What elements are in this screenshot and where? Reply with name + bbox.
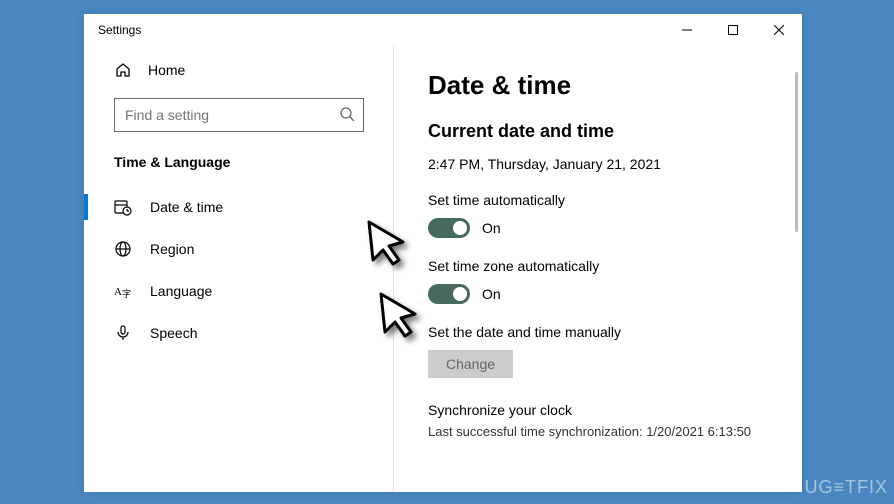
auto-time-toggle[interactable]	[428, 218, 470, 238]
cursor-annotation-icon	[375, 288, 425, 338]
titlebar: Settings	[84, 14, 802, 46]
nav-label: Speech	[150, 325, 197, 341]
search-input[interactable]	[114, 98, 364, 132]
close-button[interactable]	[756, 14, 802, 46]
minimize-button[interactable]	[664, 14, 710, 46]
auto-time-state: On	[482, 220, 501, 236]
auto-time-label: Set time automatically	[428, 192, 782, 208]
manual-label: Set the date and time manually	[428, 324, 782, 340]
home-icon	[114, 62, 132, 78]
sync-last: Last successful time synchronization: 1/…	[428, 424, 782, 439]
sync-heading: Synchronize your clock	[428, 402, 782, 418]
search-icon	[339, 106, 355, 125]
auto-zone-state: On	[482, 286, 501, 302]
home-link[interactable]: Home	[84, 54, 394, 86]
current-datetime: 2:47 PM, Thursday, January 21, 2021	[428, 156, 782, 172]
settings-window: Settings Home	[84, 14, 802, 492]
globe-icon	[114, 240, 132, 258]
nav-label: Date & time	[150, 199, 223, 215]
sidebar: Home Time & Language Date & time	[84, 46, 394, 492]
sidebar-item-speech[interactable]: Speech	[84, 312, 394, 354]
nav-label: Region	[150, 241, 194, 257]
change-button[interactable]: Change	[428, 350, 513, 378]
window-controls	[664, 14, 802, 46]
microphone-icon	[114, 324, 132, 342]
watermark: UG≡TFIX	[805, 477, 889, 498]
auto-zone-toggle[interactable]	[428, 284, 470, 304]
svg-text:字: 字	[122, 288, 131, 299]
sidebar-item-region[interactable]: Region	[84, 228, 394, 270]
nav: Date & time Region A字 Language	[84, 180, 394, 354]
scrollbar[interactable]	[795, 72, 798, 232]
search-field[interactable]	[125, 107, 339, 123]
cursor-annotation-icon	[363, 216, 413, 266]
maximize-button[interactable]	[710, 14, 756, 46]
language-icon: A字	[114, 282, 132, 300]
home-label: Home	[148, 62, 185, 78]
section-current-heading: Current date and time	[428, 121, 782, 142]
sidebar-item-date-time[interactable]: Date & time	[84, 186, 394, 228]
svg-text:A: A	[114, 286, 122, 298]
page-title: Date & time	[428, 70, 782, 101]
nav-label: Language	[150, 283, 212, 299]
sidebar-item-language[interactable]: A字 Language	[84, 270, 394, 312]
auto-zone-label: Set time zone automatically	[428, 258, 782, 274]
main-panel: Date & time Current date and time 2:47 P…	[394, 46, 802, 492]
window-title: Settings	[98, 23, 141, 37]
calendar-clock-icon	[114, 198, 132, 216]
section-label: Time & Language	[84, 132, 394, 180]
